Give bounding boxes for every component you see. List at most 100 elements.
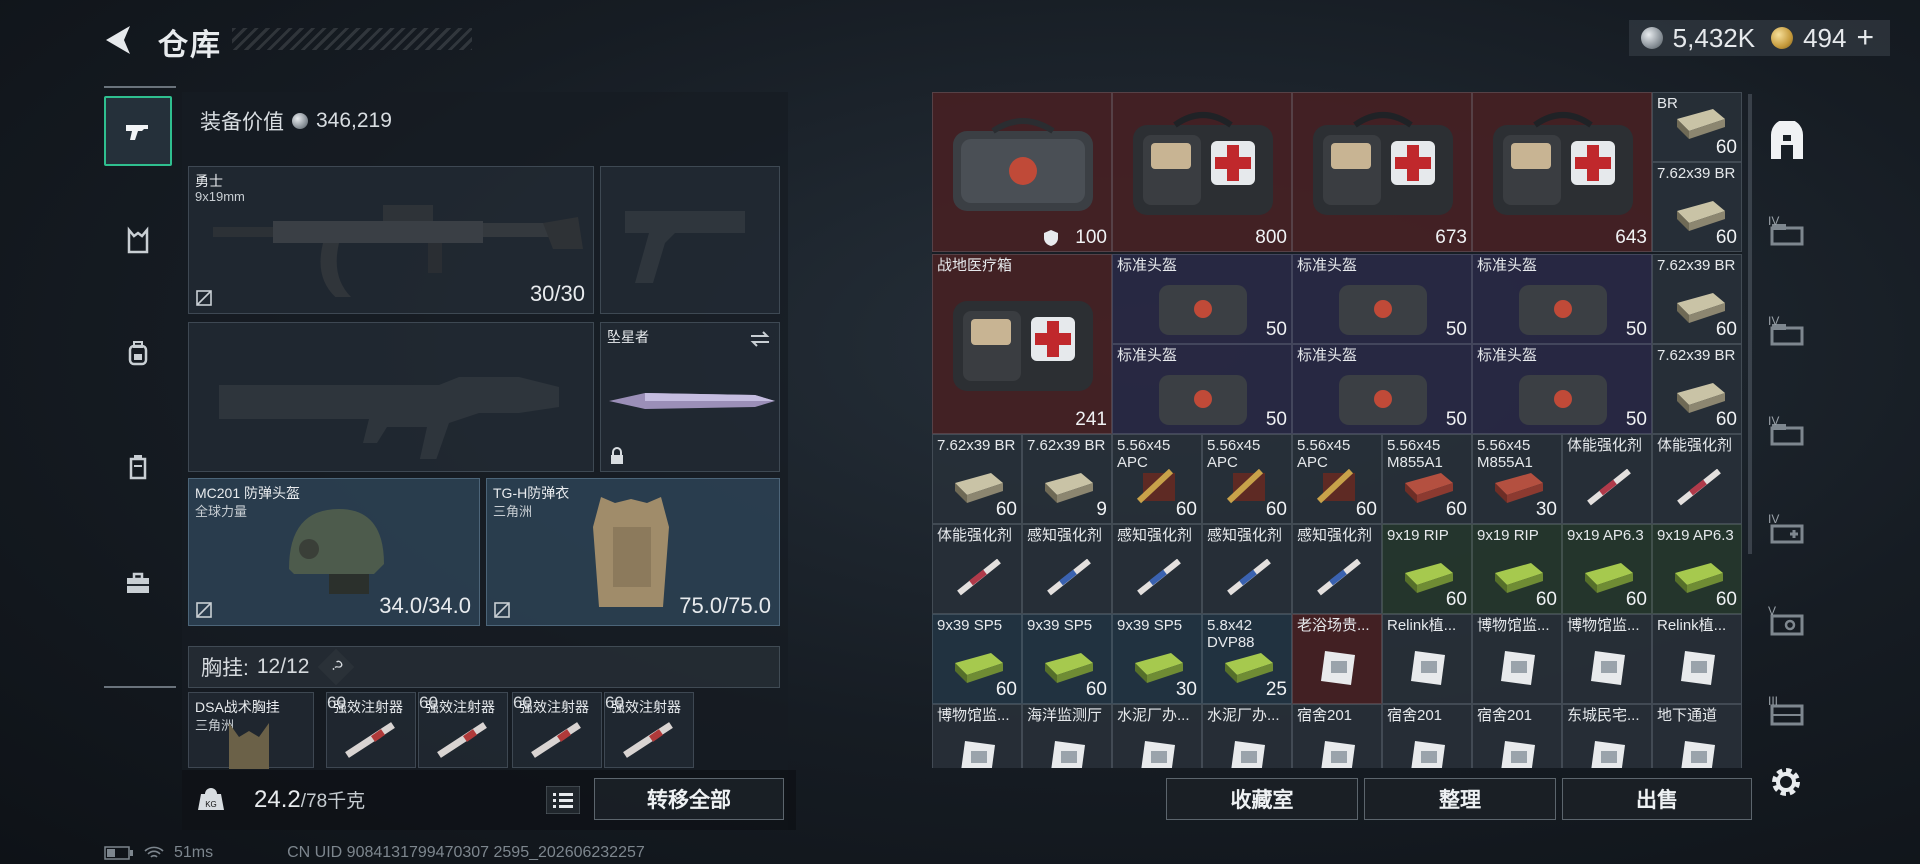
tab-backpack[interactable] [104,318,172,388]
storage-item[interactable]: 9x39 SP5 60 [932,614,1022,704]
storage-item-helmet[interactable]: 标准头盔 50 [1292,254,1472,344]
sell-button[interactable]: 出售 [1562,778,1752,820]
storage-item[interactable]: 宿舍201 [1382,704,1472,768]
storage-item[interactable]: 7.62x39 BR 9 [1022,434,1112,524]
tab-storage-2[interactable]: IV [1762,308,1812,358]
grid-scrollbar[interactable] [1748,94,1752,554]
storage-item[interactable]: 老浴场贵... [1292,614,1382,704]
storage-item[interactable]: 5.56x45 APC 60 [1202,434,1292,524]
keycard-icon [1591,651,1625,685]
storage-item[interactable]: 水泥厂办... [1202,704,1292,768]
tab-storage-3[interactable]: IV [1762,408,1812,458]
tab-storage-6[interactable]: III [1762,688,1812,738]
weight-max: /78千克 [300,791,366,812]
storage-item[interactable]: 9x39 SP5 60 [1022,614,1112,704]
settings-gear-icon[interactable] [1768,764,1804,800]
help-icon[interactable]: ? [318,648,355,686]
tab-storage-5[interactable]: V [1762,598,1812,648]
storage-item[interactable]: 9x19 AP6.3 60 [1562,524,1652,614]
storage-item-ammo[interactable]: 7.62x39 BR 60 [1652,254,1742,344]
storage-item[interactable]: 水泥厂办... [1112,704,1202,768]
tab-warehouse-home[interactable] [1762,116,1812,166]
item-value: 60 [1445,589,1467,610]
storage-item[interactable]: 体能强化剂 [932,524,1022,614]
storage-item[interactable]: 感知强化剂 [1022,524,1112,614]
injector-slot-3[interactable]: 强效注射器 60 [512,692,602,768]
item-name: 9x39 SP5 [1027,617,1093,634]
storage-item-helmet[interactable]: 标准头盔 50 [1472,344,1652,434]
storage-item-ammo[interactable]: 7.62x39 BR 60 [1652,162,1742,252]
syringe-icon [1677,469,1721,506]
list-icon[interactable] [546,786,580,814]
storage-item[interactable]: Relink植... [1382,614,1472,704]
back-arrow-icon[interactable] [100,20,140,60]
primary-weapon-slot[interactable]: 勇士 9x19mm 30/30 [188,166,594,314]
storage-item[interactable]: 9x39 SP5 30 [1112,614,1202,704]
item-name: 7.62x39 BR [1027,437,1106,454]
tab-storage-4[interactable]: IV [1762,506,1812,556]
storage-item[interactable]: Relink植... [1652,614,1742,704]
backpack-icon [128,341,148,366]
storage-item-helmet[interactable]: 标准头盔 50 [1472,254,1652,344]
ammo-box-icon [1677,109,1725,139]
tab-weapons[interactable] [104,96,172,166]
item-name: 5.56x45 APC [1117,437,1171,471]
storage-item[interactable]: 7.62x39 BR 60 [932,434,1022,524]
storage-item-ammo[interactable]: 7.62x39 BR 60 [1652,344,1742,434]
storage-item[interactable]: 5.56x45 M855A1 30 [1472,434,1562,524]
transfer-all-button[interactable]: 转移全部 [594,778,784,820]
storage-item[interactable]: 5.56x45 APC 60 [1112,434,1202,524]
helmet-slot[interactable]: MC201 防弹头盔 全球力量 34.0/34.0 [188,478,480,626]
storage-item[interactable]: 博物馆监... [1472,614,1562,704]
add-currency-button[interactable]: + [1856,21,1874,55]
storage-item[interactable]: 5.56x45 APC 60 [1292,434,1382,524]
injector-slot-2[interactable]: 强效注射器 60 [418,692,508,768]
storage-item-firstaid[interactable]: 643 [1472,92,1652,252]
storage-item-helmet[interactable]: 标准头盔 50 [1112,254,1292,344]
storage-item-firstaid[interactable]: 673 [1292,92,1472,252]
melee-slot[interactable]: 坠星者 [600,322,780,472]
storage-item[interactable]: 博物馆监... [932,704,1022,768]
storage-item[interactable]: 博物馆监... [1562,614,1652,704]
tab-case[interactable] [104,432,172,502]
storage-item[interactable]: 感知强化剂 [1292,524,1382,614]
storage-item[interactable]: 地下通道 [1652,704,1742,768]
storage-item[interactable]: 9x19 RIP 60 [1472,524,1562,614]
storage-item[interactable]: 感知强化剂 [1112,524,1202,614]
storage-item[interactable]: 9x19 RIP 60 [1382,524,1472,614]
tab-toolbox[interactable] [104,548,172,618]
storage-item[interactable]: 体能强化剂 [1562,434,1652,524]
storage-item-firstaid[interactable]: 800 [1112,92,1292,252]
syringe-icon [1227,559,1271,596]
storage-item-helmet[interactable]: 标准头盔 50 [1112,344,1292,434]
vest-icon [127,226,149,254]
injector-slot-1[interactable]: 强效注射器 60 [326,692,416,768]
storage-item[interactable]: 感知强化剂 [1202,524,1292,614]
pistol-slot[interactable] [600,166,780,314]
item-value: 60 [1265,499,1287,520]
storage-item[interactable]: 海洋监测厅 [1022,704,1112,768]
storage-item-field-kit[interactable]: 战地医疗箱 241 [932,254,1112,434]
storage-item[interactable]: 5.8x42 DVP88 25 [1202,614,1292,704]
swap-icon[interactable] [749,329,771,349]
storage-item[interactable]: 体能强化剂 [1652,434,1742,524]
tab-storage-1[interactable]: IV [1762,208,1812,258]
storage-item[interactable]: 9x19 AP6.3 60 [1652,524,1742,614]
storage-item-bag[interactable]: 100 [932,92,1112,252]
injector-slot-4[interactable]: 强效注射器 60 [604,692,694,768]
storage-item[interactable]: 5.56x45 M855A1 60 [1382,434,1472,524]
storage-item-helmet[interactable]: 标准头盔 50 [1292,344,1472,434]
collection-room-button[interactable]: 收藏室 [1166,778,1358,820]
secondary-weapon-slot[interactable] [188,322,594,472]
storage-item[interactable]: 宿舍201 [1292,704,1382,768]
chest-rig-slot[interactable]: DSA战术胸挂 三角洲 [188,692,314,769]
tab-chest-rig[interactable] [104,206,172,276]
sort-button[interactable]: 整理 [1364,778,1556,820]
keycard-icon [1141,741,1175,768]
storage-item-ammo[interactable]: BR 60 [1652,92,1742,162]
storage-item[interactable]: 东城民宅... [1562,704,1652,768]
item-name: 9x19 RIP [1387,527,1449,544]
item-name: 感知强化剂 [1117,527,1193,544]
armor-slot[interactable]: TG-H防弹衣 三角洲 75.0/75.0 [486,478,780,626]
storage-item[interactable]: 宿舍201 [1472,704,1562,768]
